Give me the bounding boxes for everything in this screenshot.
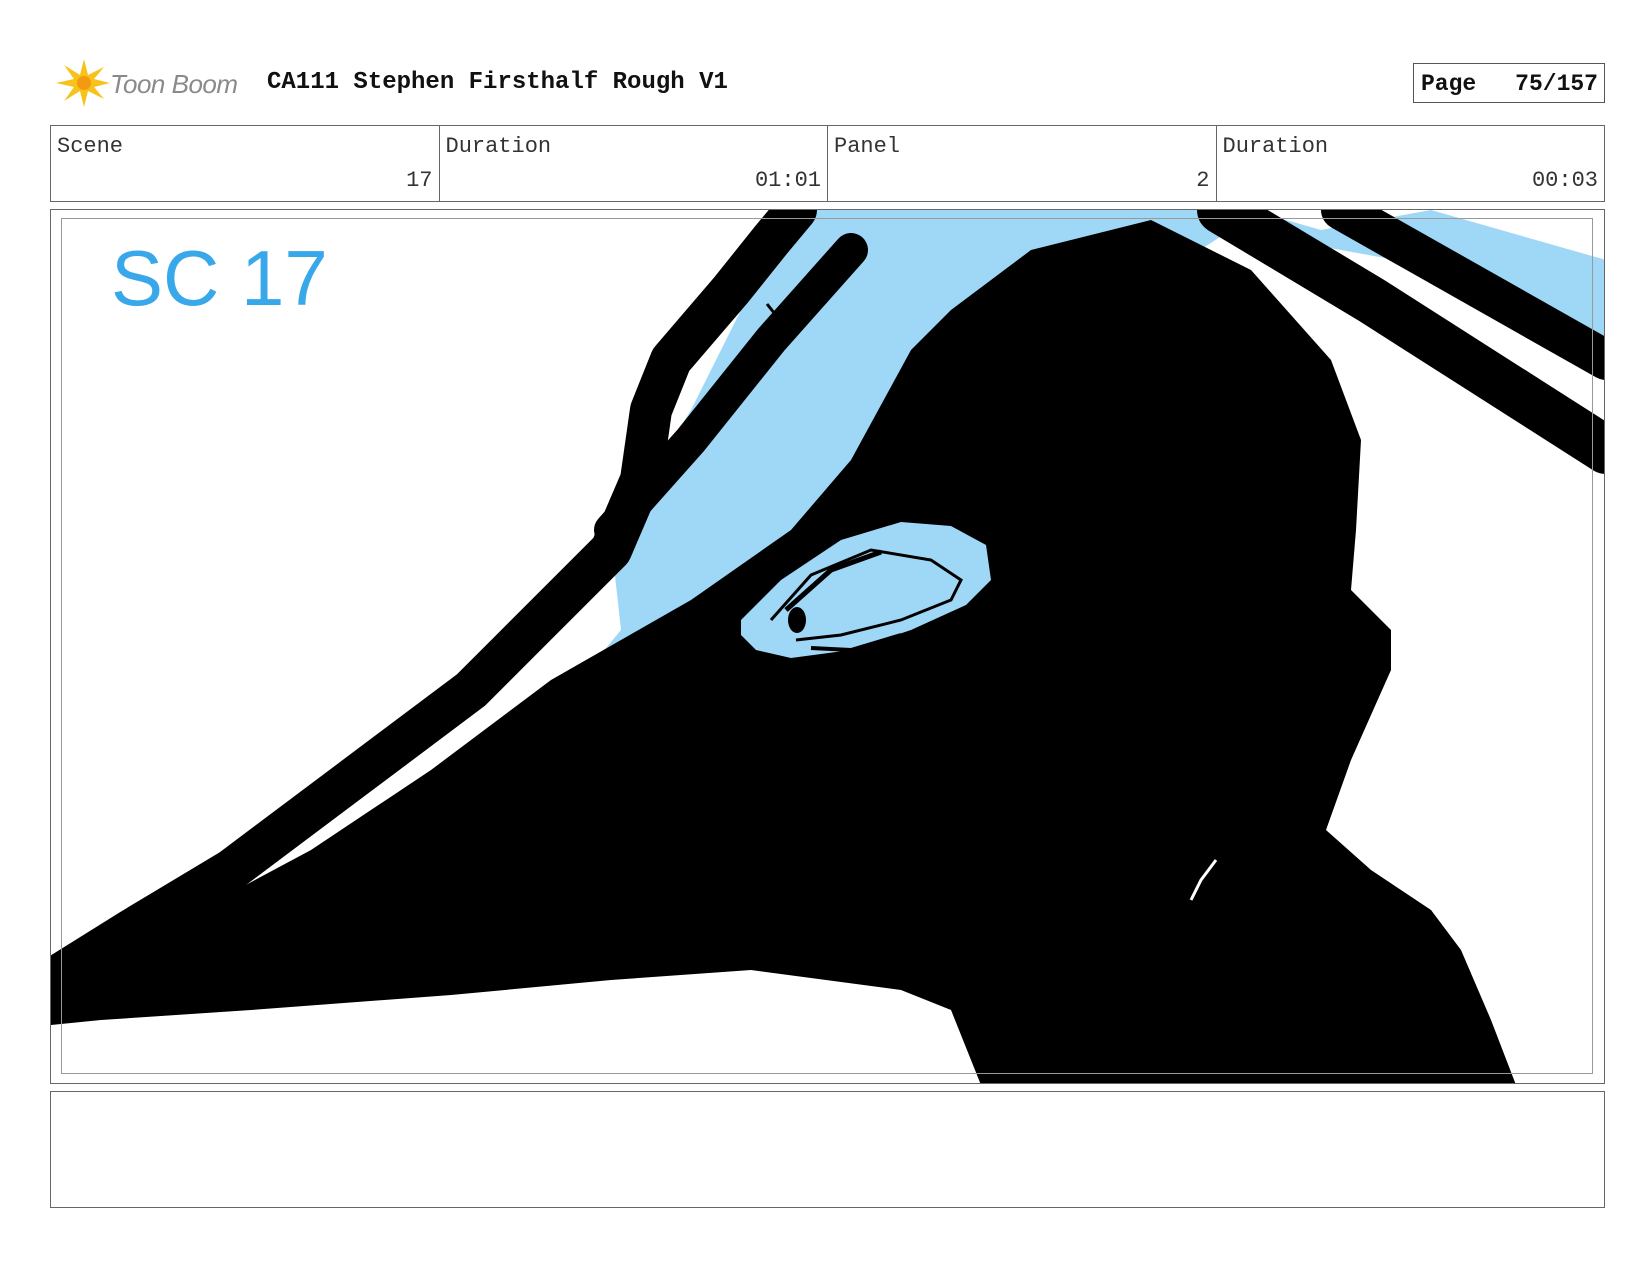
panel-duration-value: 00:03	[1531, 168, 1598, 193]
scene-duration-label: Duration	[445, 134, 552, 159]
starburst-logo-icon	[56, 59, 110, 107]
scene-sketch-label: SC 17	[111, 234, 328, 322]
panel-duration-cell: Duration 00:03	[1217, 126, 1605, 201]
storyboard-panel: SC 17	[50, 209, 1605, 1084]
page-header: Toon Boom CA111 Stephen Firsthalf Rough …	[50, 55, 1605, 107]
panel-duration-label: Duration	[1222, 134, 1329, 159]
page-counter: Page 75/157	[1413, 63, 1605, 103]
page-label: Page	[1421, 71, 1477, 97]
panel-cell: Panel 2	[828, 126, 1217, 201]
panel-label: Panel	[834, 134, 901, 159]
scene-cell: Scene 17	[51, 126, 440, 201]
page-number: 75/157	[1515, 71, 1598, 97]
scene-duration-value: 01:01	[754, 168, 821, 193]
document-title: CA111 Stephen Firsthalf Rough V1	[267, 69, 728, 96]
panel-notes-box[interactable]	[50, 1091, 1605, 1208]
panel-sketch: SC 17	[51, 210, 1604, 1083]
panel-value: 2	[1196, 168, 1210, 193]
toon-boom-logo: Toon Boom	[54, 57, 254, 107]
scene-value: 17	[406, 168, 433, 193]
pupil	[788, 607, 806, 633]
logo-wordmark: Toon Boom	[110, 69, 238, 99]
scene-info-table: Scene 17 Duration 01:01 Panel 2 Duration…	[50, 125, 1605, 202]
scene-label: Scene	[57, 134, 124, 159]
scene-duration-cell: Duration 01:01	[440, 126, 828, 201]
